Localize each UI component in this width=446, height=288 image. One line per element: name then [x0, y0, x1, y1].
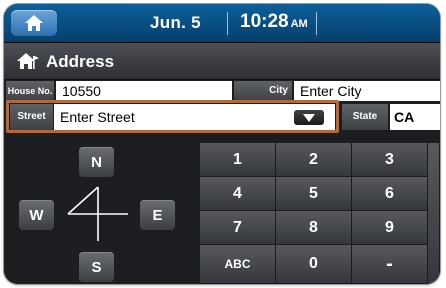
- numpad-key-8[interactable]: 8: [276, 211, 352, 245]
- numpad-key-9[interactable]: 9: [352, 211, 428, 245]
- time-value: 10:28: [240, 11, 289, 32]
- north-key[interactable]: N: [79, 147, 114, 177]
- numpad-key-3[interactable]: 3: [352, 143, 428, 177]
- numpad-key-1[interactable]: 1: [200, 143, 276, 177]
- city-field[interactable]: Enter City: [294, 81, 440, 101]
- navigation-screen: Jun. 5 10:28 AM Address House No. 10550 C…: [4, 4, 440, 284]
- page-title: Address: [46, 52, 115, 71]
- time-display: 10:28 AM: [240, 11, 308, 33]
- numpad-key-2[interactable]: 2: [276, 143, 352, 177]
- status-divider: [316, 12, 317, 35]
- street-dropdown-button[interactable]: [294, 110, 324, 125]
- numpad-edge-key[interactable]: [428, 143, 440, 284]
- status-divider: [227, 12, 228, 35]
- compass-cross-icon: [67, 186, 128, 241]
- south-key[interactable]: S: [79, 252, 114, 282]
- title-bar: Address: [4, 43, 440, 80]
- status-bar: Jun. 5 10:28 AM: [4, 4, 440, 43]
- state-field[interactable]: CA: [390, 104, 440, 130]
- east-key[interactable]: E: [140, 200, 175, 230]
- house-no-field[interactable]: 10550: [56, 81, 232, 101]
- home-button[interactable]: [11, 10, 57, 36]
- numpad-key-abc[interactable]: ABC: [200, 245, 276, 284]
- house-no-label: House No.: [6, 81, 54, 101]
- numpad-key-dash[interactable]: -: [352, 245, 428, 284]
- west-key[interactable]: W: [19, 200, 54, 230]
- numpad-key-6[interactable]: 6: [352, 177, 428, 211]
- street-highlight-frame: [6, 100, 339, 133]
- state-label: State: [342, 104, 388, 130]
- triangle-down-icon: [303, 114, 315, 122]
- time-ampm: AM: [290, 18, 308, 30]
- numpad-key-5[interactable]: 5: [276, 177, 352, 211]
- numpad-key-0[interactable]: 0: [276, 245, 352, 284]
- numpad-key-4[interactable]: 4: [200, 177, 276, 211]
- home-icon: [25, 15, 43, 31]
- city-label: City: [234, 81, 292, 101]
- date-display: Jun. 5: [150, 13, 201, 32]
- house-with-flag-icon: [17, 53, 39, 69]
- numpad-key-7[interactable]: 7: [200, 211, 276, 245]
